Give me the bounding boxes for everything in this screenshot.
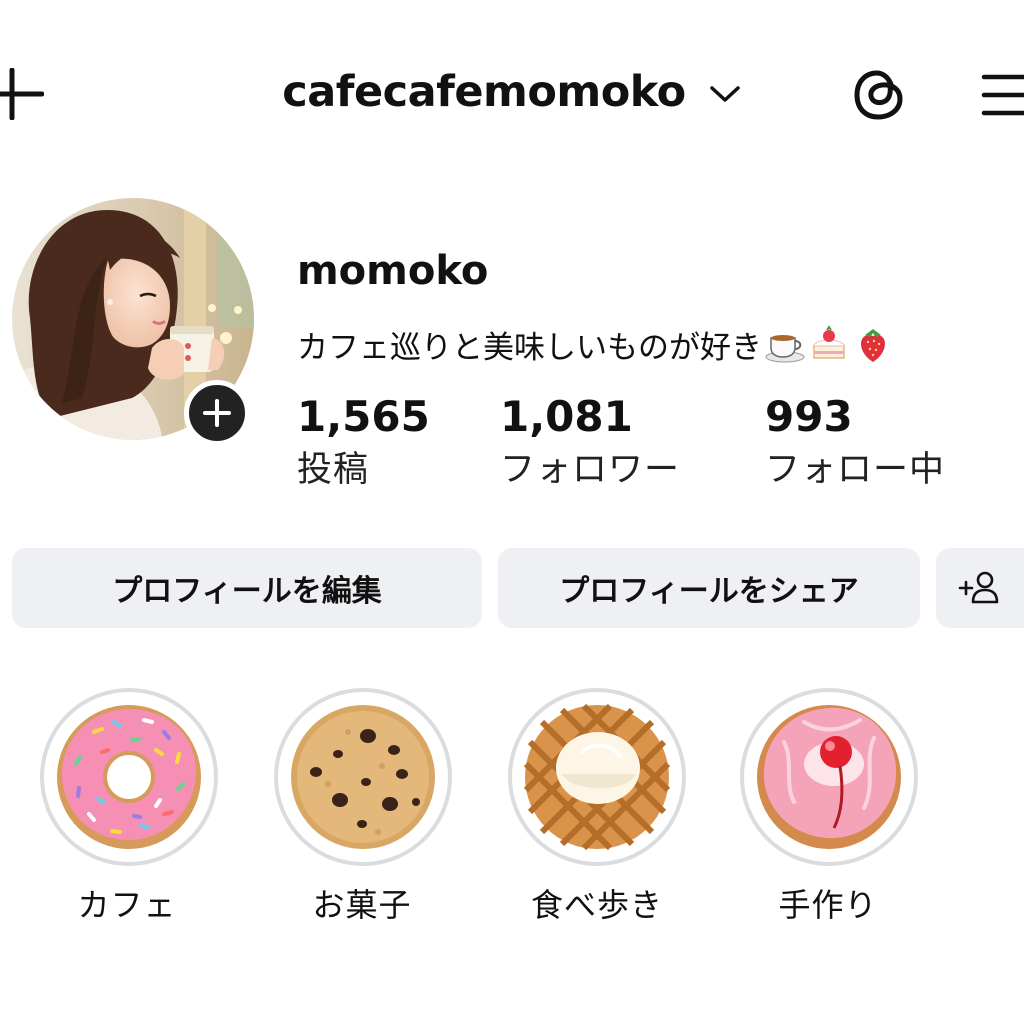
shortcake-emoji-icon [812,324,846,359]
chocolate-chip-cookie-image [291,705,435,849]
share-profile-button[interactable]: プロフィールをシェア [498,548,920,628]
stat-posts-value: 1,565 [297,392,430,441]
waffle-with-ice-cream-image [523,703,671,851]
stat-posts[interactable]: 1,565 投稿 [297,392,430,492]
stat-following-value: 993 [765,392,853,441]
edit-profile-button[interactable]: プロフィールを編集 [12,548,482,628]
discover-people-button[interactable] [936,548,1024,628]
stat-followers[interactable]: 1,081 フォロワー [500,392,680,492]
stat-following[interactable]: 993 フォロー中 [765,392,945,492]
highlight-label: 手作り [778,886,878,924]
add-person-icon [958,571,999,604]
highlight-handmade[interactable] [740,688,918,866]
highlight-label: カフェ [77,886,177,924]
menu-icon[interactable] [978,72,1024,118]
plus-icon [203,399,231,427]
threads-icon[interactable] [848,64,910,126]
bio-text: カフェ巡りと美味しいものが好き [297,330,762,366]
stat-posts-label: 投稿 [297,450,370,490]
stat-following-label: フォロー中 [765,450,946,490]
add-story-button[interactable] [184,380,250,446]
highlight-cafe[interactable] [40,688,218,866]
pink-donut-with-cherry-image [757,705,901,849]
highlight-label: お菓子 [312,886,412,924]
highlight-sweets[interactable] [274,688,452,866]
highlight-label: 食べ歩き [530,886,663,924]
chevron-down-icon[interactable] [708,83,742,105]
stat-followers-label: フォロワー [500,450,681,490]
display-name: momoko [297,248,489,294]
stat-followers-value: 1,081 [500,392,633,441]
pink-sprinkle-donut-image [57,705,201,849]
bio: カフェ巡りと美味しいものが好き [297,322,894,367]
strawberry-emoji-icon [861,328,885,362]
coffee-cup-emoji-icon [765,334,805,362]
username[interactable]: cafecafemomoko [282,67,686,117]
highlight-food-walk[interactable] [508,688,686,866]
